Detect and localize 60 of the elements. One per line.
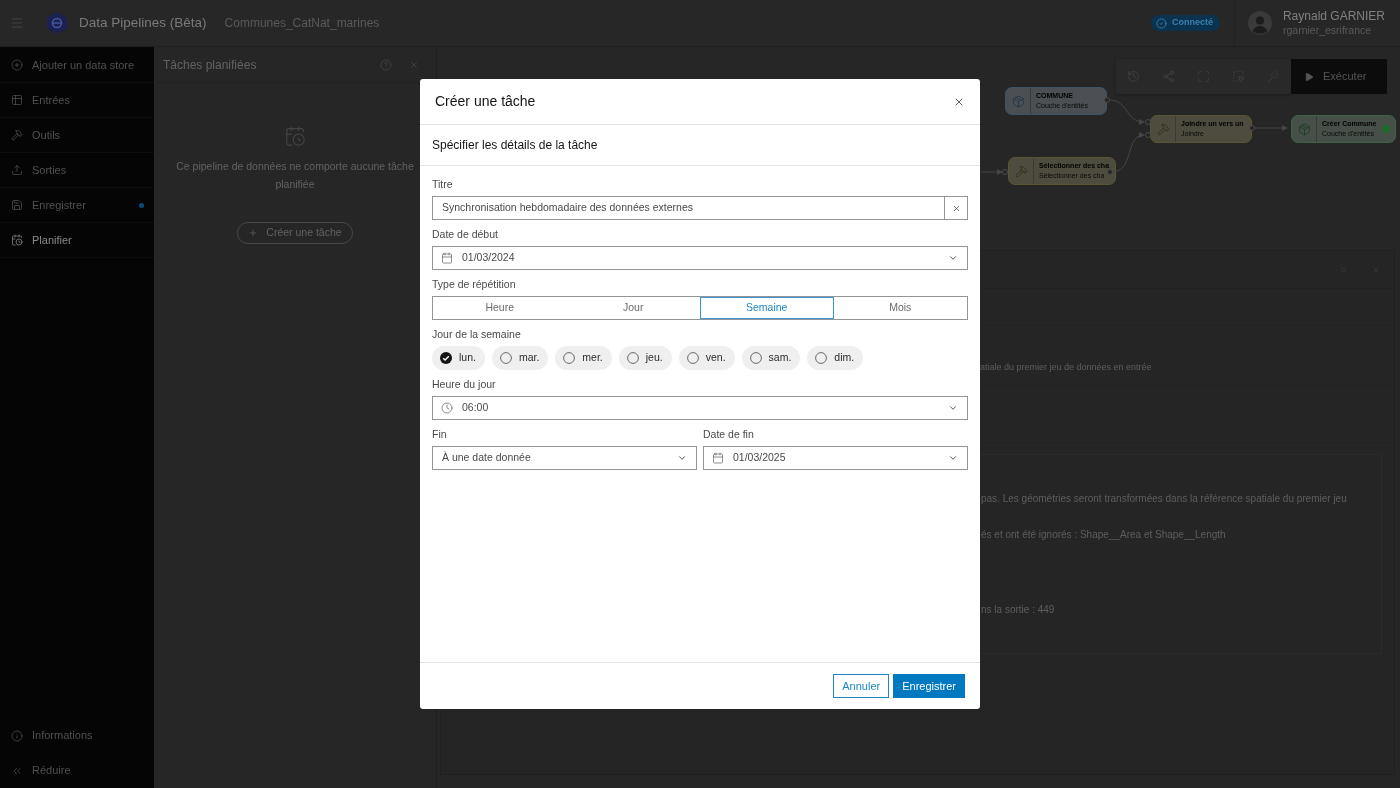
plus-icon [248, 228, 259, 238]
user-name: Raynald GARNIER [1282, 9, 1385, 23]
hammer-icon [11, 129, 23, 141]
weekday-chip[interactable]: jeu. [618, 346, 672, 370]
app-title: Data Pipelines (Bêta) [79, 13, 207, 32]
logo-icon [47, 12, 67, 34]
hammer-icon [1014, 164, 1028, 178]
check-circle-icon [1155, 17, 1167, 29]
save-button[interactable]: Enregistrer [893, 674, 965, 698]
info-icon [11, 729, 23, 742]
calendar-icon [441, 252, 453, 264]
field-label: Heure du jour [432, 377, 496, 391]
close-icon [951, 203, 961, 213]
field-label: Type de répétition [432, 277, 516, 291]
text-field[interactable]: Synchronisation hebdomadaire des données externes [432, 196, 968, 220]
calendar-clock-icon [11, 234, 23, 246]
chevron-down-icon [948, 403, 958, 413]
connector-arrow [1108, 99, 1145, 125]
date-field[interactable]: 01/03/2024 [432, 246, 968, 270]
weekday-chip[interactable]: ven. [678, 346, 735, 370]
weekday-chip[interactable]: mar. [491, 346, 549, 370]
connector-arrow [1111, 132, 1145, 173]
dialog-subtitle: Spécifier les détails de la tâche [432, 137, 598, 154]
calendar-clock-icon [284, 125, 306, 147]
field-label: Date de début [432, 227, 498, 241]
plus-circle-icon [11, 59, 23, 71]
play-icon [1304, 71, 1314, 82]
segment-tab[interactable]: Mois [833, 297, 967, 319]
weekday-chip[interactable]: sam. [741, 346, 801, 370]
chevron-down-icon [677, 453, 687, 463]
table-icon [11, 94, 23, 106]
segment-tab[interactable]: Semaine [700, 297, 834, 319]
avatar-icon[interactable] [1247, 11, 1272, 35]
panel-title: Tâches planifiées [163, 56, 257, 74]
connector-arrow [980, 169, 1003, 175]
weekday-chip[interactable]: mer. [555, 346, 612, 370]
time-field[interactable]: 06:00 [432, 396, 968, 420]
field-label: Titre [432, 177, 453, 191]
package-icon [1297, 122, 1311, 136]
connector-arrow [1254, 125, 1288, 131]
field-label: Fin [432, 427, 447, 441]
segment-tab[interactable]: Jour [566, 297, 700, 319]
segment-tab[interactable]: Heure [433, 297, 567, 319]
weekday-chip[interactable]: dim. [807, 346, 864, 370]
field-label: Jour de la semaine [432, 327, 521, 341]
weekday-chip[interactable]: lun. [432, 346, 485, 370]
cancel-button[interactable]: Annuler [833, 674, 890, 698]
save-icon [11, 199, 23, 211]
select-field[interactable]: À une date donnée [432, 446, 697, 470]
clock-icon [441, 402, 453, 414]
dialog-title: Créer une tâche [435, 92, 536, 111]
upload-icon [11, 164, 23, 176]
field-label: Date de fin [703, 427, 754, 441]
chevron-down-icon [948, 253, 958, 263]
package-icon [1011, 94, 1025, 108]
hammer-icon [1156, 122, 1170, 136]
status-text: Connecté [1171, 16, 1213, 30]
chevron-down-icon [948, 453, 958, 463]
date-field[interactable]: 01/03/2025 [703, 446, 968, 470]
calendar-icon [712, 452, 724, 464]
